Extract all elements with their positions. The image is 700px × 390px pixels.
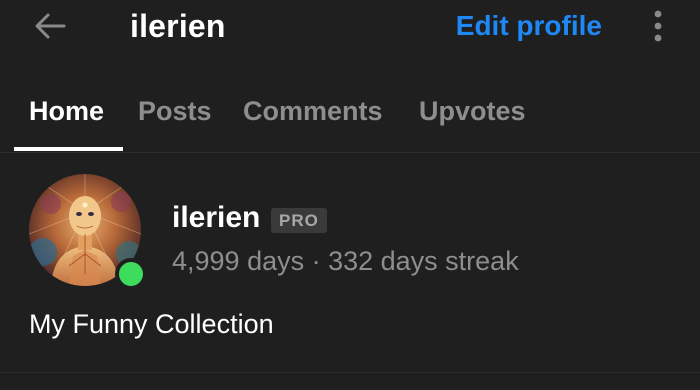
profile-stats: 4,999 days · 332 days streak: [172, 246, 519, 276]
active-tab-indicator: [14, 147, 123, 151]
profile-username: ilerien: [172, 201, 261, 234]
more-options-button[interactable]: [646, 8, 670, 44]
tab-home[interactable]: Home: [29, 94, 104, 128]
tab-upvotes[interactable]: Upvotes: [419, 94, 526, 128]
profile-bio: My Funny Collection: [29, 309, 274, 339]
edit-profile-button[interactable]: Edit profile: [456, 9, 602, 43]
online-status-indicator: [115, 258, 147, 290]
tab-posts[interactable]: Posts: [138, 94, 212, 128]
more-vertical-icon: [654, 10, 662, 42]
app-bar: ilerien Edit profile: [0, 0, 700, 52]
profile-tabs: Home Posts Comments Upvotes: [0, 88, 700, 153]
pro-badge: PRO: [271, 208, 327, 233]
arrow-left-icon: [35, 13, 66, 39]
tab-comments[interactable]: Comments: [243, 94, 383, 128]
back-button[interactable]: [30, 8, 70, 44]
avatar-container[interactable]: [29, 174, 147, 290]
divider: [0, 372, 700, 373]
app-bar-title: ilerien: [130, 8, 226, 44]
